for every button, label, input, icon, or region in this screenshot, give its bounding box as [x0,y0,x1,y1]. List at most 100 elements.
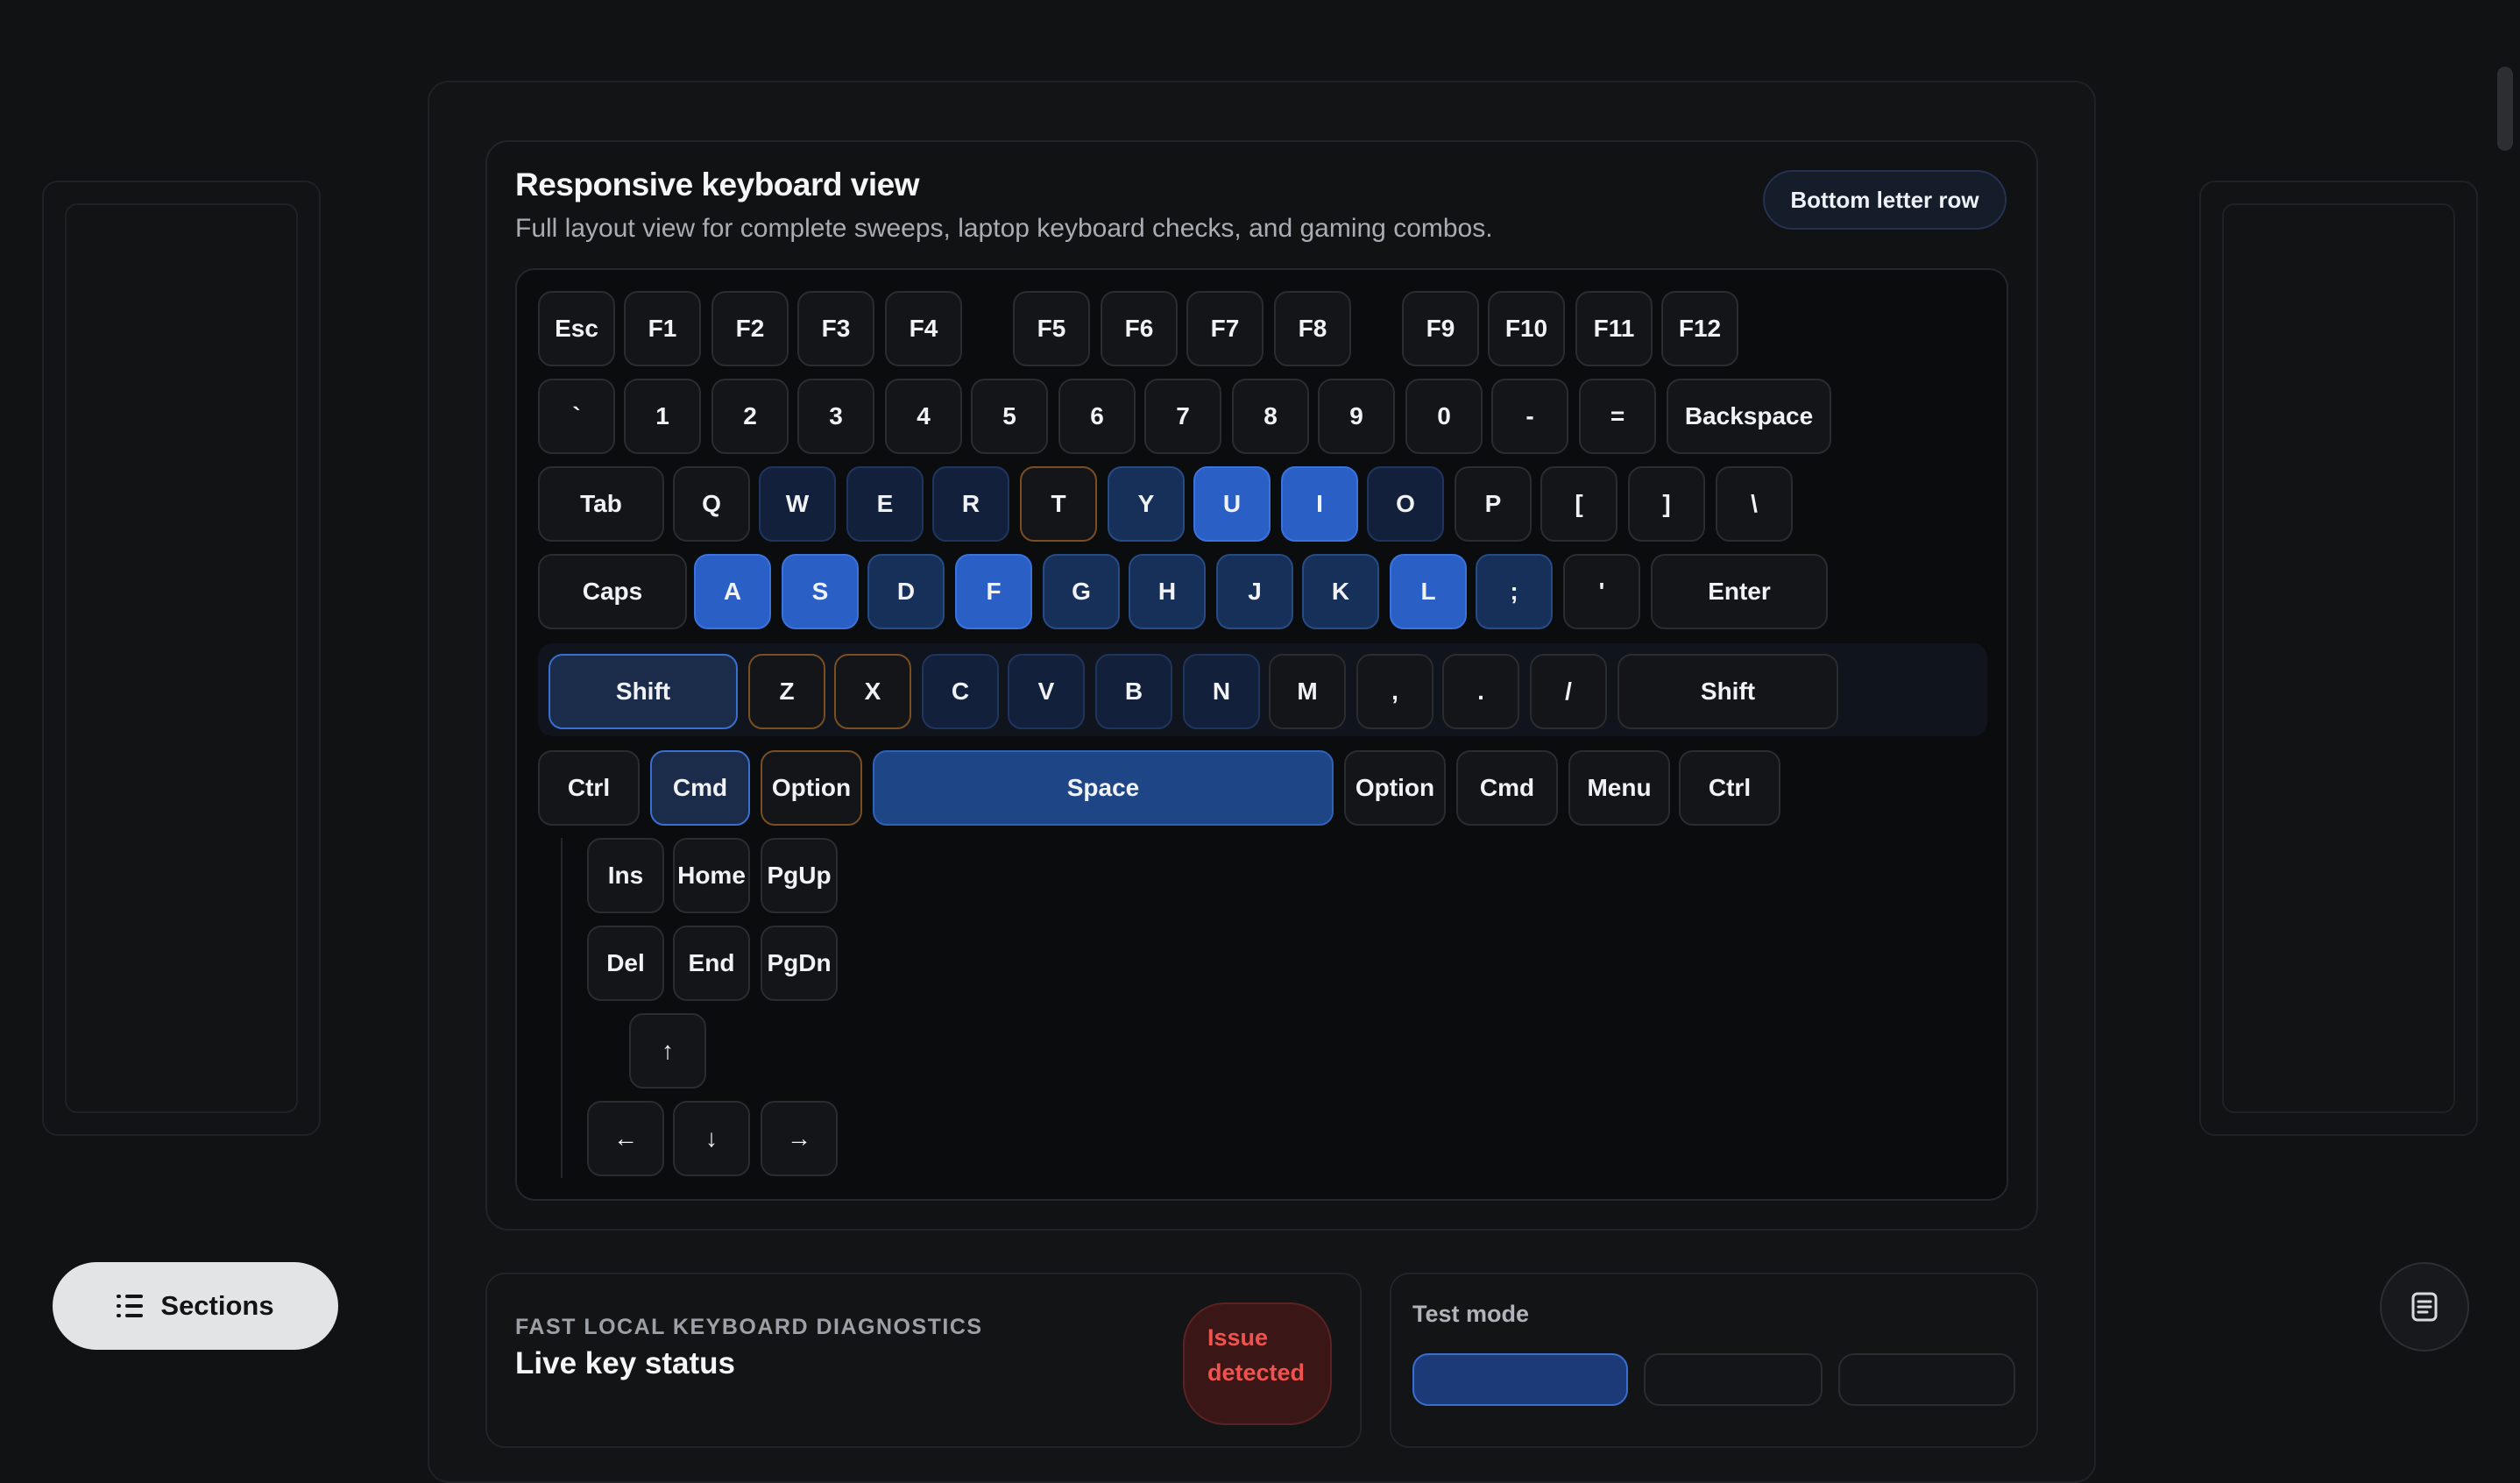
key-home[interactable]: Home [673,838,750,913]
key-0[interactable]: 0 [1405,379,1483,454]
key-g[interactable]: G [1043,554,1120,629]
key-left-cmd[interactable]: Cmd [650,750,750,826]
key-f[interactable]: F [955,554,1032,629]
key-1[interactable]: 1 [624,379,701,454]
key-7[interactable]: 7 [1144,379,1221,454]
key-d[interactable]: D [867,554,945,629]
key-f5[interactable]: F5 [1013,291,1090,366]
key-right-ctrl[interactable]: Ctrl [1679,750,1780,826]
key-m[interactable]: M [1269,654,1346,729]
key-f6[interactable]: F6 [1101,291,1178,366]
key-f4[interactable]: F4 [885,291,962,366]
key-n[interactable]: N [1183,654,1260,729]
key-x[interactable]: X [834,654,911,729]
key-arrow-left[interactable]: ← [587,1101,664,1176]
key-arrow-down[interactable]: ↓ [673,1101,750,1176]
key-f10[interactable]: F10 [1488,291,1565,366]
key-8[interactable]: 8 [1232,379,1309,454]
key-b[interactable]: B [1095,654,1172,729]
key-ins[interactable]: Ins [587,838,664,913]
key-u[interactable]: U [1193,466,1271,542]
key-space[interactable]: Space [873,750,1334,826]
notes-button[interactable] [2380,1262,2469,1352]
key-backslash[interactable]: \ [1716,466,1793,542]
list-icon [117,1295,144,1317]
row-badge[interactable]: Bottom letter row [1763,170,2007,230]
key-minus[interactable]: - [1491,379,1568,454]
key-f12[interactable]: F12 [1661,291,1738,366]
key-arrow-up[interactable]: ↑ [629,1013,706,1089]
key-right-bracket[interactable]: ] [1628,466,1705,542]
key-e[interactable]: E [846,466,924,542]
key-period[interactable]: . [1442,654,1519,729]
key-4[interactable]: 4 [885,379,962,454]
key-f7[interactable]: F7 [1186,291,1264,366]
test-mode-tab-2[interactable] [1644,1353,1823,1406]
key-tab[interactable]: Tab [538,466,664,542]
key-esc[interactable]: Esc [538,291,615,366]
test-mode-tab-3[interactable] [1838,1353,2015,1406]
diagnostics-eyebrow: FAST LOCAL KEYBOARD DIAGNOSTICS [515,1315,983,1339]
key-pgdn[interactable]: PgDn [761,926,838,1001]
key-c[interactable]: C [922,654,999,729]
key-slash[interactable]: / [1530,654,1607,729]
key-s[interactable]: S [782,554,859,629]
key-menu[interactable]: Menu [1568,750,1670,826]
key-f8[interactable]: F8 [1274,291,1351,366]
key-q[interactable]: Q [673,466,750,542]
key-right-option[interactable]: Option [1344,750,1446,826]
key-left-shift[interactable]: Shift [549,654,738,729]
key-3[interactable]: 3 [797,379,874,454]
key-z[interactable]: Z [748,654,825,729]
key-enter[interactable]: Enter [1651,554,1828,629]
key-t[interactable]: T [1020,466,1097,542]
key-y[interactable]: Y [1108,466,1185,542]
key-backtick[interactable]: ` [538,379,615,454]
key-del[interactable]: Del [587,926,664,1001]
key-9[interactable]: 9 [1318,379,1395,454]
issue-status-line2: detected [1207,1359,1306,1386]
key-5[interactable]: 5 [971,379,1048,454]
left-side-panel-inner [65,203,298,1113]
key-f9[interactable]: F9 [1402,291,1479,366]
issue-status-line1: Issue [1207,1324,1269,1351]
test-mode-tab-1[interactable] [1412,1353,1628,1406]
scrollbar-thumb[interactable] [2497,67,2513,151]
key-caps[interactable]: Caps [538,554,687,629]
key-f3[interactable]: F3 [797,291,874,366]
key-f2[interactable]: F2 [711,291,789,366]
key-f11[interactable]: F11 [1575,291,1653,366]
key-6[interactable]: 6 [1058,379,1136,454]
key-l[interactable]: L [1390,554,1467,629]
left-side-panel [42,181,321,1136]
key-i[interactable]: I [1281,466,1358,542]
key-arrow-right[interactable]: → [761,1101,838,1176]
sections-button[interactable]: Sections [53,1262,338,1350]
key-pgup[interactable]: PgUp [761,838,838,913]
key-f1[interactable]: F1 [624,291,701,366]
issue-status-badge: Issue detected [1183,1302,1332,1425]
key-right-cmd[interactable]: Cmd [1456,750,1558,826]
key-j[interactable]: J [1216,554,1293,629]
key-end[interactable]: End [673,926,750,1001]
document-icon [2411,1292,2438,1322]
key-equals[interactable]: = [1579,379,1656,454]
key-v[interactable]: V [1008,654,1085,729]
key-backspace[interactable]: Backspace [1667,379,1831,454]
key-right-shift[interactable]: Shift [1617,654,1838,729]
key-semicolon[interactable]: ; [1476,554,1553,629]
key-k[interactable]: K [1302,554,1379,629]
key-left-option[interactable]: Option [761,750,862,826]
key-left-bracket[interactable]: [ [1540,466,1617,542]
key-w[interactable]: W [759,466,836,542]
key-quote[interactable]: ' [1563,554,1640,629]
key-left-ctrl[interactable]: Ctrl [538,750,640,826]
key-p[interactable]: P [1455,466,1532,542]
key-o[interactable]: O [1367,466,1444,542]
key-a[interactable]: A [694,554,771,629]
key-r[interactable]: R [932,466,1009,542]
key-h[interactable]: H [1129,554,1206,629]
right-side-panel [2199,181,2478,1136]
key-comma[interactable]: , [1356,654,1433,729]
key-2[interactable]: 2 [711,379,789,454]
